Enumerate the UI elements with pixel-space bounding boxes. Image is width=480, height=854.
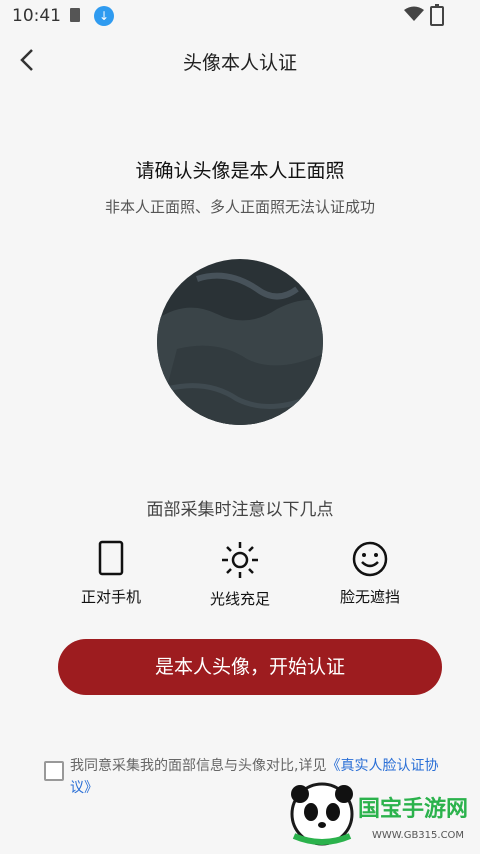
- watermark-url: WWW.GB315.COM: [372, 830, 464, 841]
- confirm-subheading: 非本人正面照、多人正面照无法认证成功: [104, 198, 375, 216]
- tip-lighting: 光线充足: [185, 540, 295, 609]
- agree-checkbox[interactable]: [44, 761, 64, 781]
- avatar: [157, 259, 323, 425]
- download-icon: ↓: [94, 6, 114, 26]
- page-title: 头像本人认证: [182, 52, 297, 74]
- tip-unobstructed: 脸无遮挡: [315, 540, 425, 607]
- smile-icon: [352, 541, 388, 577]
- sd-card-icon: [70, 8, 80, 22]
- phone-icon: [98, 540, 124, 576]
- battery-icon: [430, 4, 444, 26]
- sun-icon: [222, 542, 258, 578]
- tip-label: 脸无遮挡: [339, 588, 400, 606]
- panda-logo-icon: 国宝手游网 WWW.GB315.COM: [290, 782, 468, 846]
- header: 头像本人认证: [0, 36, 480, 88]
- wifi-icon: [404, 6, 424, 21]
- watermark: 国宝手游网 WWW.GB315.COM: [286, 778, 476, 850]
- tip-face-phone: 正对手机: [56, 540, 166, 607]
- tip-label: 光线充足: [209, 590, 270, 608]
- start-verification-button[interactable]: 是本人头像，开始认证: [58, 639, 442, 695]
- watermark-brand: 国宝手游网: [358, 796, 468, 822]
- tip-label: 正对手机: [80, 588, 141, 606]
- tips-title: 面部采集时注意以下几点: [146, 500, 334, 520]
- confirm-heading: 请确认头像是本人正面照: [135, 160, 345, 182]
- status-bar: 10:41 ↓: [0, 0, 480, 32]
- status-time: 10:41: [12, 6, 61, 26]
